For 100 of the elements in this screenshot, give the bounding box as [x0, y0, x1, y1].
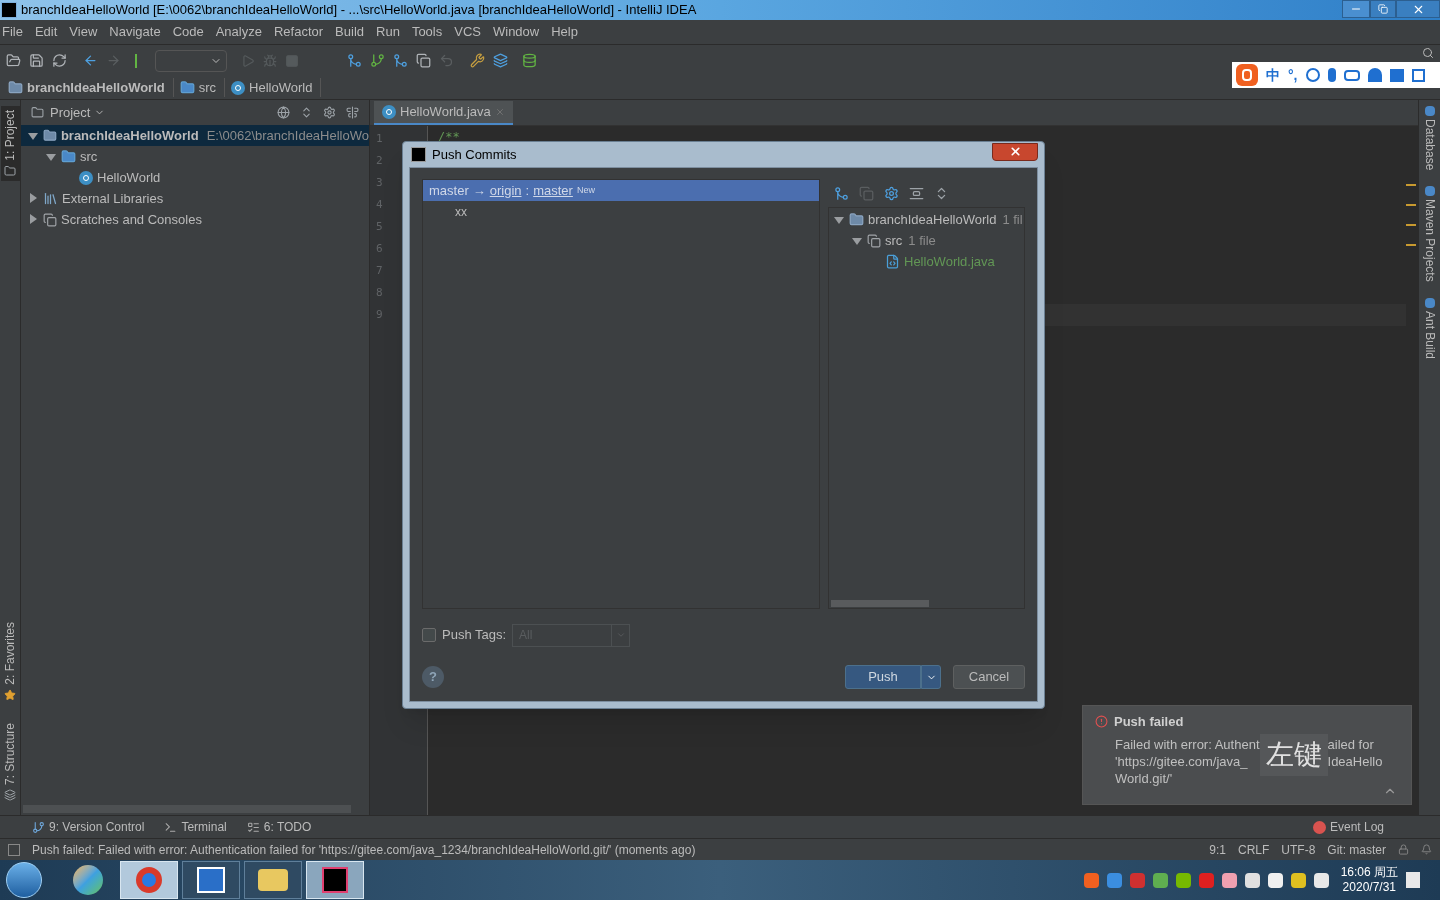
tool-window-button[interactable]: Terminal — [164, 818, 227, 836]
editor-tab[interactable]: HelloWorld.java — [374, 101, 513, 125]
save-icon[interactable] — [29, 53, 44, 68]
tool-window-button[interactable]: 9: Version Control — [32, 818, 145, 836]
search-icon[interactable] — [1422, 47, 1434, 59]
breadcrumb[interactable]: src — [179, 77, 226, 98]
breadcrumb[interactable]: branchIdeaHelloWorld — [8, 77, 174, 98]
file-encoding[interactable]: UTF-8 — [1281, 840, 1316, 859]
lock-icon[interactable] — [1398, 844, 1409, 855]
tree-item-label[interactable]: src — [885, 230, 903, 251]
cancel-button[interactable]: Cancel — [953, 665, 1025, 689]
tool-window-tab[interactable]: 7: Structure — [0, 718, 20, 805]
expanded-arrow-icon[interactable] — [852, 237, 862, 245]
collapsed-arrow-icon[interactable] — [29, 192, 37, 203]
structure-icon[interactable] — [493, 53, 508, 68]
push-options-button[interactable] — [921, 665, 941, 689]
tree-item[interactable]: HelloWorld — [21, 167, 369, 188]
tool-window-button[interactable]: 6: TODO — [246, 818, 312, 836]
start-button[interactable] — [6, 862, 42, 898]
push-spec-row[interactable]: master → origin : master New — [423, 180, 819, 201]
menu-item[interactable]: Build — [335, 22, 364, 42]
branch-link[interactable]: master — [533, 180, 573, 201]
clock-date[interactable]: 2020/7/31 — [1342, 880, 1396, 895]
menu-item[interactable]: Window — [492, 22, 540, 42]
menu-item[interactable]: Run — [376, 22, 400, 42]
commit-row[interactable]: xx — [423, 201, 819, 222]
collapse-icon[interactable] — [300, 106, 313, 119]
tree-item-label: branchIdeaHelloWorld — [60, 126, 199, 145]
tool-window-tab[interactable]: Ant Build — [1420, 298, 1439, 360]
tree-item-label[interactable]: branchIdeaHelloWorld — [868, 209, 997, 230]
menu-item[interactable]: Edit — [34, 22, 58, 42]
close-button[interactable] — [1396, 0, 1440, 18]
restore-icon — [1378, 4, 1388, 14]
ime-mode-label[interactable]: 中 — [1266, 64, 1280, 86]
app-taskbar-button[interactable] — [182, 861, 240, 899]
tool-window-tab[interactable]: Maven Projects — [1420, 186, 1439, 283]
project-folder-icon — [8, 80, 23, 95]
project-folder-icon — [849, 212, 864, 227]
event-log-button[interactable]: Event Log — [1312, 818, 1384, 836]
back-icon[interactable] — [83, 53, 98, 68]
caret-position[interactable]: 9:1 — [1209, 840, 1226, 859]
tool-window-tab[interactable]: 1: Project — [0, 106, 20, 181]
menu-item[interactable]: File — [2, 22, 23, 42]
star-icon — [4, 688, 16, 701]
menu-item[interactable]: Analyze — [215, 22, 262, 42]
tree-item[interactable]: External Libraries — [21, 188, 369, 209]
clock-time[interactable]: 16:06 周五 — [1340, 865, 1398, 880]
tree-item-label: Scratches and Consoles — [61, 210, 202, 229]
expand-all-icon[interactable] — [909, 185, 924, 201]
scrollbar[interactable] — [831, 600, 929, 607]
key-press-overlay: 左键 — [1259, 733, 1328, 776]
menu-item[interactable]: View — [69, 22, 98, 42]
tree-item-label[interactable]: HelloWorld.java — [904, 251, 995, 272]
file-icon — [885, 254, 900, 269]
breadcrumb[interactable]: HelloWorld — [231, 77, 322, 98]
menu-item[interactable]: Refactor — [273, 22, 324, 42]
app-logo-icon — [411, 147, 426, 162]
vcs-commit-icon[interactable] — [370, 53, 385, 68]
panel-toggle-icon[interactable] — [8, 843, 20, 856]
close-button[interactable] — [992, 142, 1038, 161]
tree-item[interactable]: branchIdeaHelloWorld E:\0062\branchIdeaHelloWo — [21, 125, 369, 146]
git-branch[interactable]: Git: master — [1327, 840, 1386, 859]
folder-taskbar-button[interactable] — [244, 861, 302, 899]
class-icon — [79, 170, 93, 185]
menu-item[interactable]: VCS — [454, 22, 481, 42]
menu-item[interactable]: Help — [551, 22, 578, 42]
project-view-dropdown[interactable]: Project — [50, 102, 106, 123]
open-folder-icon[interactable] — [6, 53, 21, 68]
tree-item[interactable]: Scratches and Consoles — [21, 209, 369, 230]
ime-logo-icon[interactable] — [1236, 64, 1258, 86]
notification-title: Push failed — [1114, 713, 1184, 731]
branch-icon — [32, 820, 45, 834]
vcs-update-icon[interactable] — [347, 53, 362, 68]
menu-item[interactable]: Code — [172, 22, 204, 42]
minimize-button[interactable] — [1342, 0, 1370, 18]
notification-text: Failed with error: Authent — [1115, 735, 1260, 753]
ime-mode-label[interactable]: °, — [1288, 64, 1298, 86]
app-logo-icon — [1, 2, 17, 18]
browser-taskbar-button[interactable] — [120, 861, 178, 899]
terminal-icon — [164, 820, 178, 834]
collapsed-arrow-icon[interactable] — [29, 213, 37, 224]
tool-window-tab[interactable]: Database — [1420, 106, 1439, 171]
sync-icon[interactable] — [52, 53, 67, 68]
code-line: /** — [437, 129, 461, 146]
ide-taskbar-button[interactable] — [306, 861, 364, 899]
folder-icon — [179, 80, 195, 95]
restore-button[interactable] — [1370, 0, 1396, 18]
tool-icon — [1424, 106, 1435, 116]
push-button[interactable]: Push — [845, 665, 921, 689]
menu-item[interactable]: Tools — [411, 22, 443, 42]
file-count: 1 fil — [1002, 210, 1023, 229]
notifications-icon[interactable] — [1421, 844, 1432, 855]
line-separator[interactable]: CRLF — [1237, 840, 1270, 859]
scratches-icon — [43, 212, 57, 227]
menu-item[interactable]: Navigate — [109, 22, 161, 42]
vcs-compare-icon[interactable] — [393, 53, 408, 68]
remote-link[interactable]: origin — [489, 180, 522, 201]
window-title: branchIdeaHelloWorld [E:\0062\branchIdeaHelloWorld] - ...\src\HelloWorld.java [branchIdeaHelloWorld] - IntelliJ IDEA — [21, 1, 697, 20]
tool-window-tab[interactable]: 2: Favorites — [0, 618, 20, 705]
tree-item[interactable]: src — [21, 146, 369, 167]
